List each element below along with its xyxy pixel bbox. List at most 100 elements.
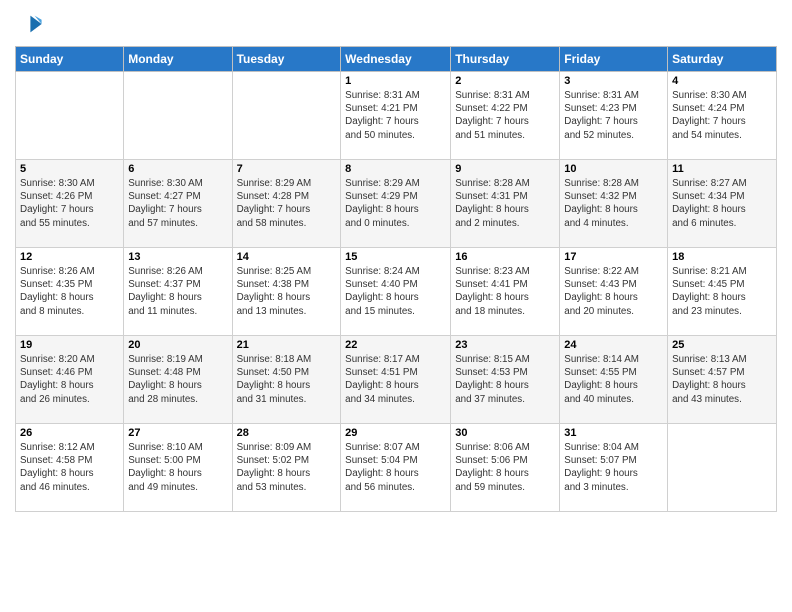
day-info: Sunrise: 8:07 AM Sunset: 5:04 PM Dayligh… xyxy=(345,441,446,494)
day-cell: 31Sunrise: 8:04 AM Sunset: 5:07 PM Dayli… xyxy=(560,424,668,512)
day-number: 12 xyxy=(20,251,119,263)
day-info: Sunrise: 8:10 AM Sunset: 5:00 PM Dayligh… xyxy=(128,441,227,494)
week-row-4: 19 Sunrise: 8:20 AM Sunset: 4:46 PM Dayli… xyxy=(16,336,777,424)
day-cell: 11 Sunrise: 8:27 AM Sunset: 4:34 PM Dayli… xyxy=(668,160,777,248)
day-info: Sunrise: 8:25 AM Sunset: 4:38 PM Dayligh… xyxy=(237,265,337,318)
day-info: Sunrise: 8:30 AM Sunset: 4:26 PM Dayligh… xyxy=(20,177,119,230)
day-cell: 21Sunrise: 8:18 AM Sunset: 4:50 PM Dayli… xyxy=(232,336,341,424)
day-number: 25 xyxy=(672,339,772,351)
day-info: Sunrise: 8:28 AM Sunset: 4:32 PM Dayligh… xyxy=(564,177,663,230)
day-number: 20 xyxy=(128,339,227,351)
day-number: 27 xyxy=(128,427,227,439)
day-info: Sunrise: 8:31 AM Sunset: 4:21 PM Dayligh… xyxy=(345,89,446,142)
day-cell xyxy=(668,424,777,512)
day-info: Sunrise: 8:30 AM Sunset: 4:27 PM Dayligh… xyxy=(128,177,227,230)
day-number: 2 xyxy=(455,75,555,87)
week-row-2: 5 Sunrise: 8:30 AM Sunset: 4:26 PM Daylig… xyxy=(16,160,777,248)
weekday-header-monday: Monday xyxy=(124,47,232,72)
day-number: 8 xyxy=(345,163,446,175)
day-cell: 16 Sunrise: 8:23 AM Sunset: 4:41 PM Dayli… xyxy=(451,248,560,336)
day-cell: 29 Sunrise: 8:07 AM Sunset: 5:04 PM Dayli… xyxy=(341,424,451,512)
day-number: 15 xyxy=(345,251,446,263)
day-info: Sunrise: 8:15 AM Sunset: 4:53 PM Dayligh… xyxy=(455,353,555,406)
day-cell: 15 Sunrise: 8:24 AM Sunset: 4:40 PM Dayli… xyxy=(341,248,451,336)
day-number: 5 xyxy=(20,163,119,175)
day-number: 21 xyxy=(237,339,337,351)
weekday-header-row: SundayMondayTuesdayWednesdayThursdayFrid… xyxy=(16,47,777,72)
day-info: Sunrise: 8:29 AM Sunset: 4:28 PM Dayligh… xyxy=(237,177,337,230)
week-row-3: 12 Sunrise: 8:26 AM Sunset: 4:35 PM Dayli… xyxy=(16,248,777,336)
day-info: Sunrise: 8:28 AM Sunset: 4:31 PM Dayligh… xyxy=(455,177,555,230)
day-cell: 2 Sunrise: 8:31 AM Sunset: 4:22 PM Daylig… xyxy=(451,72,560,160)
day-info: Sunrise: 8:23 AM Sunset: 4:41 PM Dayligh… xyxy=(455,265,555,318)
day-cell: 10Sunrise: 8:28 AM Sunset: 4:32 PM Dayli… xyxy=(560,160,668,248)
day-number: 30 xyxy=(455,427,555,439)
day-cell: 12 Sunrise: 8:26 AM Sunset: 4:35 PM Dayli… xyxy=(16,248,124,336)
day-cell xyxy=(232,72,341,160)
day-info: Sunrise: 8:24 AM Sunset: 4:40 PM Dayligh… xyxy=(345,265,446,318)
day-cell: 17 Sunrise: 8:22 AM Sunset: 4:43 PM Dayli… xyxy=(560,248,668,336)
logo-icon xyxy=(15,10,43,38)
week-row-5: 26Sunrise: 8:12 AM Sunset: 4:58 PM Dayli… xyxy=(16,424,777,512)
day-cell: 1 Sunrise: 8:31 AM Sunset: 4:21 PM Daylig… xyxy=(341,72,451,160)
day-number: 17 xyxy=(564,251,663,263)
calendar: SundayMondayTuesdayWednesdayThursdayFrid… xyxy=(15,46,777,512)
day-number: 18 xyxy=(672,251,772,263)
day-cell: 25 Sunrise: 8:13 AM Sunset: 4:57 PM Dayli… xyxy=(668,336,777,424)
day-info: Sunrise: 8:29 AM Sunset: 4:29 PM Dayligh… xyxy=(345,177,446,230)
day-number: 14 xyxy=(237,251,337,263)
day-cell: 28Sunrise: 8:09 AM Sunset: 5:02 PM Dayli… xyxy=(232,424,341,512)
day-info: Sunrise: 8:14 AM Sunset: 4:55 PM Dayligh… xyxy=(564,353,663,406)
day-number: 11 xyxy=(672,163,772,175)
day-number: 22 xyxy=(345,339,446,351)
day-cell: 3 Sunrise: 8:31 AM Sunset: 4:23 PM Daylig… xyxy=(560,72,668,160)
day-cell: 7Sunrise: 8:29 AM Sunset: 4:28 PM Daylig… xyxy=(232,160,341,248)
day-info: Sunrise: 8:09 AM Sunset: 5:02 PM Dayligh… xyxy=(237,441,337,494)
day-number: 4 xyxy=(672,75,772,87)
day-info: Sunrise: 8:30 AM Sunset: 4:24 PM Dayligh… xyxy=(672,89,772,142)
day-cell: 8 Sunrise: 8:29 AM Sunset: 4:29 PM Daylig… xyxy=(341,160,451,248)
weekday-header-saturday: Saturday xyxy=(668,47,777,72)
day-info: Sunrise: 8:21 AM Sunset: 4:45 PM Dayligh… xyxy=(672,265,772,318)
day-info: Sunrise: 8:22 AM Sunset: 4:43 PM Dayligh… xyxy=(564,265,663,318)
day-cell: 9 Sunrise: 8:28 AM Sunset: 4:31 PM Daylig… xyxy=(451,160,560,248)
day-number: 6 xyxy=(128,163,227,175)
day-info: Sunrise: 8:19 AM Sunset: 4:48 PM Dayligh… xyxy=(128,353,227,406)
day-info: Sunrise: 8:31 AM Sunset: 4:22 PM Dayligh… xyxy=(455,89,555,142)
day-cell: 5 Sunrise: 8:30 AM Sunset: 4:26 PM Daylig… xyxy=(16,160,124,248)
day-number: 1 xyxy=(345,75,446,87)
day-info: Sunrise: 8:26 AM Sunset: 4:35 PM Dayligh… xyxy=(20,265,119,318)
day-number: 31 xyxy=(564,427,663,439)
logo xyxy=(15,10,47,38)
day-number: 26 xyxy=(20,427,119,439)
weekday-header-sunday: Sunday xyxy=(16,47,124,72)
day-number: 24 xyxy=(564,339,663,351)
weekday-header-friday: Friday xyxy=(560,47,668,72)
day-number: 29 xyxy=(345,427,446,439)
day-cell: 6 Sunrise: 8:30 AM Sunset: 4:27 PM Daylig… xyxy=(124,160,232,248)
week-row-1: 1 Sunrise: 8:31 AM Sunset: 4:21 PM Daylig… xyxy=(16,72,777,160)
day-number: 3 xyxy=(564,75,663,87)
day-cell: 4 Sunrise: 8:30 AM Sunset: 4:24 PM Daylig… xyxy=(668,72,777,160)
day-cell: 20 Sunrise: 8:19 AM Sunset: 4:48 PM Dayli… xyxy=(124,336,232,424)
weekday-header-wednesday: Wednesday xyxy=(341,47,451,72)
day-number: 19 xyxy=(20,339,119,351)
day-cell: 23Sunrise: 8:15 AM Sunset: 4:53 PM Dayli… xyxy=(451,336,560,424)
day-info: Sunrise: 8:20 AM Sunset: 4:46 PM Dayligh… xyxy=(20,353,119,406)
day-number: 9 xyxy=(455,163,555,175)
day-info: Sunrise: 8:31 AM Sunset: 4:23 PM Dayligh… xyxy=(564,89,663,142)
day-cell: 22 Sunrise: 8:17 AM Sunset: 4:51 PM Dayli… xyxy=(341,336,451,424)
day-cell: 27 Sunrise: 8:10 AM Sunset: 5:00 PM Dayli… xyxy=(124,424,232,512)
day-cell: 26Sunrise: 8:12 AM Sunset: 4:58 PM Dayli… xyxy=(16,424,124,512)
header xyxy=(15,10,777,38)
day-info: Sunrise: 8:13 AM Sunset: 4:57 PM Dayligh… xyxy=(672,353,772,406)
day-cell xyxy=(124,72,232,160)
weekday-header-thursday: Thursday xyxy=(451,47,560,72)
day-number: 16 xyxy=(455,251,555,263)
day-info: Sunrise: 8:17 AM Sunset: 4:51 PM Dayligh… xyxy=(345,353,446,406)
day-info: Sunrise: 8:27 AM Sunset: 4:34 PM Dayligh… xyxy=(672,177,772,230)
day-number: 13 xyxy=(128,251,227,263)
day-cell: 18 Sunrise: 8:21 AM Sunset: 4:45 PM Dayli… xyxy=(668,248,777,336)
day-cell: 30Sunrise: 8:06 AM Sunset: 5:06 PM Dayli… xyxy=(451,424,560,512)
day-info: Sunrise: 8:26 AM Sunset: 4:37 PM Dayligh… xyxy=(128,265,227,318)
